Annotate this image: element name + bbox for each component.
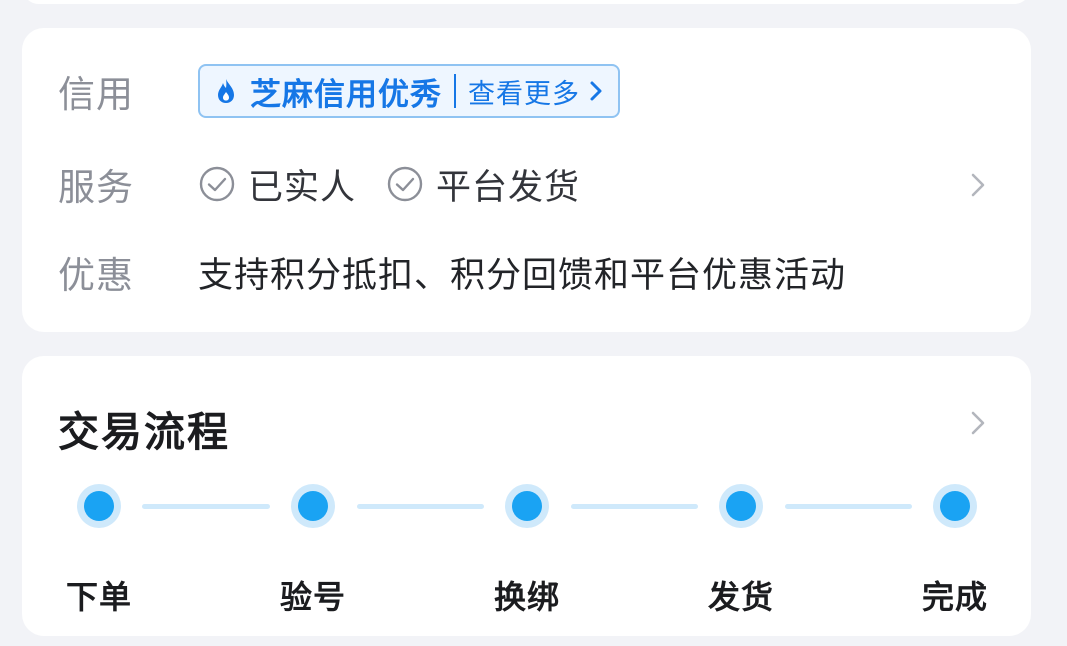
badge-divider — [454, 74, 456, 108]
chevron-right-icon[interactable] — [969, 408, 987, 438]
chevron-right-icon — [588, 79, 604, 103]
step-label: 验号 — [279, 578, 346, 616]
step-connector — [357, 504, 484, 509]
step-order: 下单 — [39, 484, 159, 618]
service-label: 服务 — [58, 166, 134, 209]
step-label: 换绑 — [493, 578, 560, 616]
step-connector — [785, 504, 912, 509]
step-label: 下单 — [65, 578, 132, 616]
step-complete: 完成 — [895, 484, 1015, 618]
promo-label: 优惠 — [58, 254, 134, 297]
trade-process-card[interactable]: 交易流程 下单 验号 换绑 发货 完成 — [22, 356, 1031, 636]
chevron-right-icon[interactable] — [969, 170, 987, 200]
service-item-label: 平台发货 — [436, 167, 581, 208]
flame-drop-icon — [214, 76, 240, 106]
step-dot — [291, 484, 335, 528]
credit-level-text: 芝麻信用优秀 — [250, 76, 442, 113]
service-item-platform-shipping: 平台发货 — [386, 159, 580, 210]
step-connector — [142, 504, 270, 509]
check-circle-icon — [387, 166, 423, 202]
credit-label: 信用 — [58, 73, 134, 116]
step-dot — [933, 484, 977, 528]
previous-card — [22, 0, 1031, 4]
credit-badge[interactable]: 芝麻信用优秀 查看更多 — [198, 64, 620, 118]
service-item-label: 已实人 — [248, 167, 357, 208]
step-rebind: 换绑 — [467, 484, 587, 618]
credit-more-link[interactable]: 查看更多 — [468, 72, 580, 111]
step-label: 完成 — [921, 578, 988, 616]
step-label: 发货 — [707, 578, 774, 616]
promo-row: 优惠 支持积分抵扣、积分回馈和平台优惠活动 — [58, 246, 995, 298]
process-steps: 下单 验号 换绑 发货 完成 — [22, 484, 1031, 616]
step-connector — [571, 504, 698, 509]
step-dot — [719, 484, 763, 528]
service-item-verified: 已实人 — [198, 159, 356, 210]
step-verify: 验号 — [253, 484, 373, 618]
step-dot — [77, 484, 121, 528]
credit-row: 信用 芝麻信用优秀 查看更多 — [58, 62, 995, 120]
promo-text: 支持积分抵扣、积分回馈和平台优惠活动 — [198, 255, 847, 296]
step-dot — [505, 484, 549, 528]
check-circle-icon — [199, 166, 235, 202]
step-ship: 发货 — [681, 484, 801, 618]
process-title: 交易流程 — [58, 408, 230, 456]
service-row[interactable]: 服务 已实人 平台发货 — [58, 156, 995, 212]
seller-info-card: 信用 芝麻信用优秀 查看更多 服务 已实人 平台发货 优惠 支持积分抵扣、积分回… — [22, 28, 1031, 332]
